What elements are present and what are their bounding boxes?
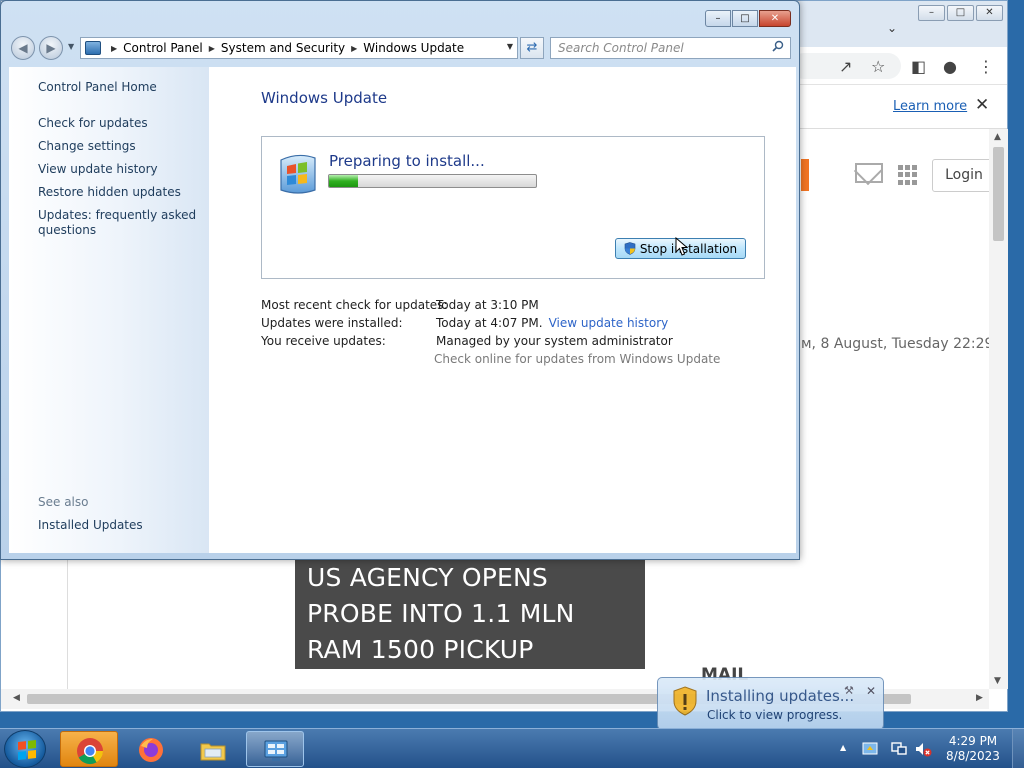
start-button[interactable]: [4, 730, 46, 768]
browser-minimize-button[interactable]: –: [918, 5, 945, 21]
see-also-heading: See also: [38, 495, 89, 509]
forward-button[interactable]: ▶: [39, 36, 63, 60]
folder-icon: [200, 743, 226, 761]
breadcrumb-control-panel[interactable]: Control Panel: [123, 41, 203, 55]
cp-caption-buttons: – □ ✕: [705, 10, 791, 27]
breadcrumb-arrow-icon[interactable]: ▶: [111, 44, 117, 53]
cp-content: Control Panel Home Check for updates Cha…: [9, 67, 796, 553]
notification-text[interactable]: Click to view progress.: [707, 708, 842, 722]
orange-accent-bar: [801, 159, 809, 191]
scroll-down-arrow-icon[interactable]: ▼: [994, 676, 1001, 686]
notification-close-icon[interactable]: ✕: [866, 684, 876, 698]
control-panel-icon: [85, 41, 101, 55]
taskbar-explorer-button[interactable]: [184, 731, 242, 767]
browser-maximize-button[interactable]: □: [947, 5, 974, 21]
profile-avatar-icon[interactable]: ●: [943, 57, 957, 76]
install-progress-fill: [329, 175, 358, 187]
installed-label: Updates were installed:: [261, 316, 403, 330]
mail-envelope-icon[interactable]: [855, 163, 883, 183]
apps-grid-icon[interactable]: [898, 165, 918, 185]
refresh-button[interactable]: ⇄: [520, 37, 544, 59]
page-date-text: м, 8 August, Tuesday 22:29: [801, 336, 994, 352]
address-dropdown-icon[interactable]: ▼: [507, 42, 513, 51]
uac-shield-icon: [624, 242, 636, 255]
tab-search-chevron-icon[interactable]: ⌄: [887, 21, 897, 35]
cp-maximize-button[interactable]: □: [732, 10, 758, 27]
windows-update-tray-icon[interactable]: [861, 740, 879, 758]
browser-caption-buttons: – □ ✕: [918, 5, 1003, 21]
breadcrumb-windows-update[interactable]: Windows Update: [363, 41, 464, 55]
network-icon[interactable]: [890, 740, 908, 758]
show-hidden-icons-arrow-icon[interactable]: ▲: [840, 743, 846, 752]
cp-close-button[interactable]: ✕: [759, 10, 791, 27]
share-icon[interactable]: ↗: [839, 57, 852, 76]
clock-time: 4:29 PM: [948, 734, 998, 748]
control-panel-taskbar-icon: [264, 740, 288, 761]
menu-kebab-icon[interactable]: ⋮: [978, 57, 994, 76]
sidebar-item-check-for-updates[interactable]: Check for updates: [38, 116, 203, 131]
sidebar-item-restore-hidden-updates[interactable]: Restore hidden updates: [38, 185, 203, 200]
sidebar-item-updates-faq[interactable]: Updates: frequently asked questions: [38, 208, 203, 238]
firefox-icon: [139, 738, 163, 762]
chrome-icon: [77, 738, 104, 765]
install-status-text: Preparing to install...: [329, 152, 485, 170]
taskbar-firefox-button[interactable]: [122, 731, 180, 767]
search-icon[interactable]: [772, 40, 784, 52]
clock-date: 8/8/2023: [946, 749, 1000, 763]
address-breadcrumb[interactable]: ▶ Control Panel ▶ System and Security ▶ …: [80, 37, 518, 59]
installed-value-group: Today at 4:07 PM. View update history: [436, 314, 668, 332]
control-panel-window: – □ ✕ ◀ ▶ ▼ ▶ Control Panel ▶ System and…: [0, 0, 800, 560]
vertical-scroll-thumb[interactable]: [993, 147, 1004, 241]
cp-minimize-button[interactable]: –: [705, 10, 731, 27]
sidebar-item-view-update-history[interactable]: View update history: [38, 162, 203, 177]
view-update-history-link[interactable]: View update history: [549, 316, 669, 330]
recent-check-value: Today at 3:10 PM: [436, 298, 539, 312]
bookmark-star-icon[interactable]: ☆: [871, 57, 885, 76]
show-desktop-button[interactable]: [1012, 729, 1024, 768]
back-button[interactable]: ◀: [11, 36, 35, 60]
warning-shield-icon: [673, 686, 697, 716]
search-control-panel-input[interactable]: [550, 37, 791, 59]
windows-logo-icon: [18, 740, 36, 760]
cp-sidebar: Control Panel Home Check for updates Cha…: [9, 67, 209, 553]
volume-muted-icon[interactable]: [914, 740, 932, 758]
installing-updates-notification[interactable]: Installing updates... Click to view prog…: [657, 677, 884, 738]
taskbar-control-panel-button[interactable]: [246, 731, 304, 767]
windows-update-logo-icon: [280, 154, 316, 194]
cp-main-pane: Windows Update Preparing to install... S…: [209, 67, 796, 553]
infobar-close-icon[interactable]: ✕: [975, 95, 989, 115]
check-online-note: Check online for updates from Windows Up…: [434, 352, 721, 366]
scroll-left-arrow-icon[interactable]: ◀: [13, 693, 20, 703]
receive-value: Managed by your system administrator: [436, 334, 673, 348]
sidebar-item-installed-updates[interactable]: Installed Updates: [38, 518, 203, 533]
breadcrumb-arrow-icon[interactable]: ▶: [351, 44, 357, 53]
page-title: Windows Update: [261, 89, 388, 107]
news-headline[interactable]: US AGENCY OPENS PROBE INTO 1.1 MLN RAM 1…: [295, 557, 645, 700]
installed-value: Today at 4:07 PM.: [436, 316, 543, 330]
breadcrumb-arrow-icon[interactable]: ▶: [209, 44, 215, 53]
login-button[interactable]: Login: [932, 159, 996, 192]
breadcrumb-system-security[interactable]: System and Security: [221, 41, 345, 55]
taskbar-chrome-button[interactable]: [60, 731, 118, 767]
update-status-panel: Preparing to install... Stop installatio…: [261, 136, 765, 279]
side-panel-icon[interactable]: ◧: [911, 57, 926, 76]
recent-pages-chevron-icon[interactable]: ▼: [68, 42, 74, 51]
sidebar-item-control-panel-home[interactable]: Control Panel Home: [38, 80, 203, 95]
taskbar: ▲ 4:29 PM 8/8/2023: [0, 728, 1024, 768]
learn-more-link[interactable]: Learn more: [893, 99, 967, 114]
notification-title: Installing updates...: [706, 687, 855, 705]
scroll-up-arrow-icon[interactable]: ▲: [994, 132, 1001, 142]
mouse-cursor-icon: [675, 237, 689, 256]
system-clock[interactable]: 4:29 PM 8/8/2023: [942, 734, 1004, 764]
browser-close-button[interactable]: ✕: [976, 5, 1003, 21]
scroll-right-arrow-icon[interactable]: ▶: [976, 693, 983, 703]
page-divider: [67, 549, 68, 689]
sidebar-item-change-settings[interactable]: Change settings: [38, 139, 203, 154]
receive-label: You receive updates:: [261, 334, 386, 348]
notification-options-icon[interactable]: ⚒: [844, 684, 854, 697]
install-progress-bar: [328, 174, 537, 188]
vertical-scrollbar[interactable]: ▲ ▼: [989, 129, 1008, 689]
recent-check-label: Most recent check for updates:: [261, 298, 448, 312]
